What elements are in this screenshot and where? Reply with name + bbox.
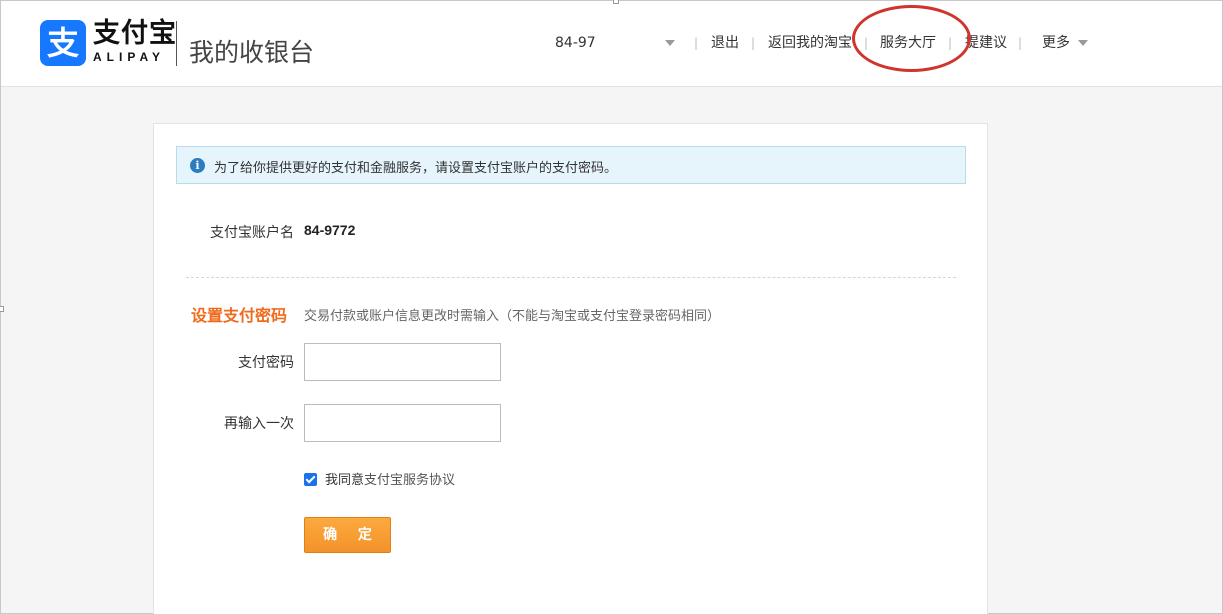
agreement-prefix: 我同意: [325, 473, 365, 488]
brand-name-cn: 支付宝: [93, 18, 177, 49]
section-hint: 交易付款或账户信息更改时需输入（不能与淘宝或支付宝登录密码相同）: [304, 309, 721, 324]
agreement-row: 我同意支付宝服务协议: [304, 469, 455, 488]
nav-more-label: 更多: [1042, 35, 1070, 51]
nav-back-taobao-link[interactable]: 返回我的淘宝: [768, 33, 852, 53]
nav-separator: |: [694, 36, 699, 50]
payment-password-card: i 为了给你提供更好的支付和金融服务，请设置支付宝账户的支付密码。 支付宝账户名…: [153, 123, 988, 614]
chevron-down-icon: [1074, 35, 1089, 51]
annotation-circle: [852, 5, 971, 72]
confirm-password-label: 再输入一次: [224, 416, 294, 432]
nav-more-menu[interactable]: 更多: [1042, 33, 1089, 53]
resize-handle-top[interactable]: [613, 0, 619, 4]
confirm-button[interactable]: 确 定: [304, 517, 391, 553]
nav-separator: |: [751, 36, 756, 50]
account-dropdown-label[interactable]: 84-97: [555, 33, 596, 53]
alipay-logo-icon[interactable]: 支: [40, 20, 86, 66]
brand-name-en: ALIPAY: [93, 50, 166, 64]
brand-wordmark: 支付宝 ALIPAY: [93, 18, 177, 65]
notice-text: 为了给你提供更好的支付和金融服务，请设置支付宝账户的支付密码。: [214, 161, 618, 176]
page-title: 我的收银台: [189, 38, 315, 67]
info-icon: i: [190, 158, 205, 173]
nav-separator: |: [1018, 36, 1023, 50]
account-dropdown-caret-icon[interactable]: [665, 33, 675, 53]
confirm-password-input[interactable]: [304, 404, 501, 442]
info-notice: i 为了给你提供更好的支付和金融服务，请设置支付宝账户的支付密码。: [176, 146, 966, 184]
nav-logout-link[interactable]: 退出: [711, 33, 739, 53]
section-divider: [186, 277, 956, 278]
resize-handle-left[interactable]: [0, 306, 4, 312]
section-title: 设置支付密码: [191, 306, 288, 325]
agreement-link[interactable]: 支付宝服务协议: [364, 473, 455, 488]
logo-glyph: 支: [46, 24, 79, 62]
account-name-label: 支付宝账户名: [210, 225, 294, 241]
agreement-checkbox[interactable]: [304, 473, 317, 486]
account-name-value: 84-9772: [304, 222, 356, 238]
nav-suggest-link[interactable]: 提建议: [965, 33, 1007, 53]
brand-divider: [176, 21, 177, 66]
payment-password-label: 支付密码: [238, 355, 294, 371]
top-header: 支 支付宝 ALIPAY 我的收银台 84-97 | 退出 | 返回我的淘宝 |…: [1, 1, 1222, 87]
payment-password-input[interactable]: [304, 343, 501, 381]
